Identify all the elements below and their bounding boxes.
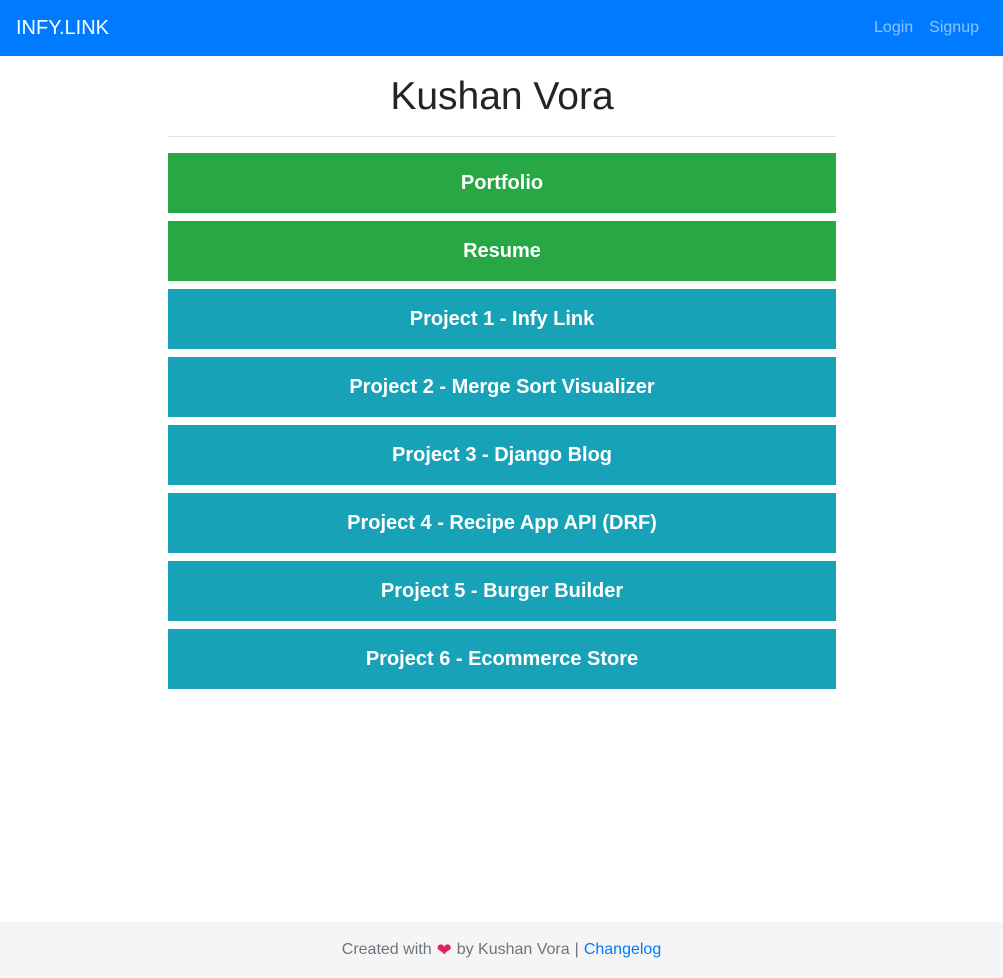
footer-by-text: by Kushan Vora (456, 941, 570, 958)
footer-created-with-text: Created with (341, 941, 432, 958)
page-title: Kushan Vora (390, 75, 614, 118)
link-button-project-4[interactable]: Project 4 - Recipe App API (DRF) (168, 493, 836, 553)
login-link[interactable]: Login (874, 19, 913, 37)
footer: Created with ❤ by Kushan Vora | Changelo… (0, 922, 1003, 978)
title-divider (168, 136, 836, 137)
footer-separator: | (574, 941, 579, 958)
link-button-project-2[interactable]: Project 2 - Merge Sort Visualizer (168, 357, 836, 417)
link-button-portfolio[interactable]: Portfolio (168, 153, 836, 213)
main-container: Kushan Vora Portfolio Resume Project 1 -… (168, 56, 836, 697)
link-button-project-6[interactable]: Project 6 - Ecommerce Store (168, 629, 836, 689)
brand-logo-link[interactable]: INFY.LINK (16, 18, 109, 38)
signup-link[interactable]: Signup (929, 19, 979, 37)
link-button-project-3[interactable]: Project 3 - Django Blog (168, 425, 836, 485)
nav-links: Login Signup (874, 19, 979, 37)
link-button-resume[interactable]: Resume (168, 221, 836, 281)
link-button-project-5[interactable]: Project 5 - Burger Builder (168, 561, 836, 621)
changelog-link[interactable]: Changelog (584, 941, 661, 959)
links-list: Portfolio Resume Project 1 - Infy Link P… (168, 153, 836, 689)
heart-icon: ❤ (436, 939, 452, 960)
navbar: INFY.LINK Login Signup (0, 0, 1003, 56)
link-button-project-1[interactable]: Project 1 - Infy Link (168, 289, 836, 349)
